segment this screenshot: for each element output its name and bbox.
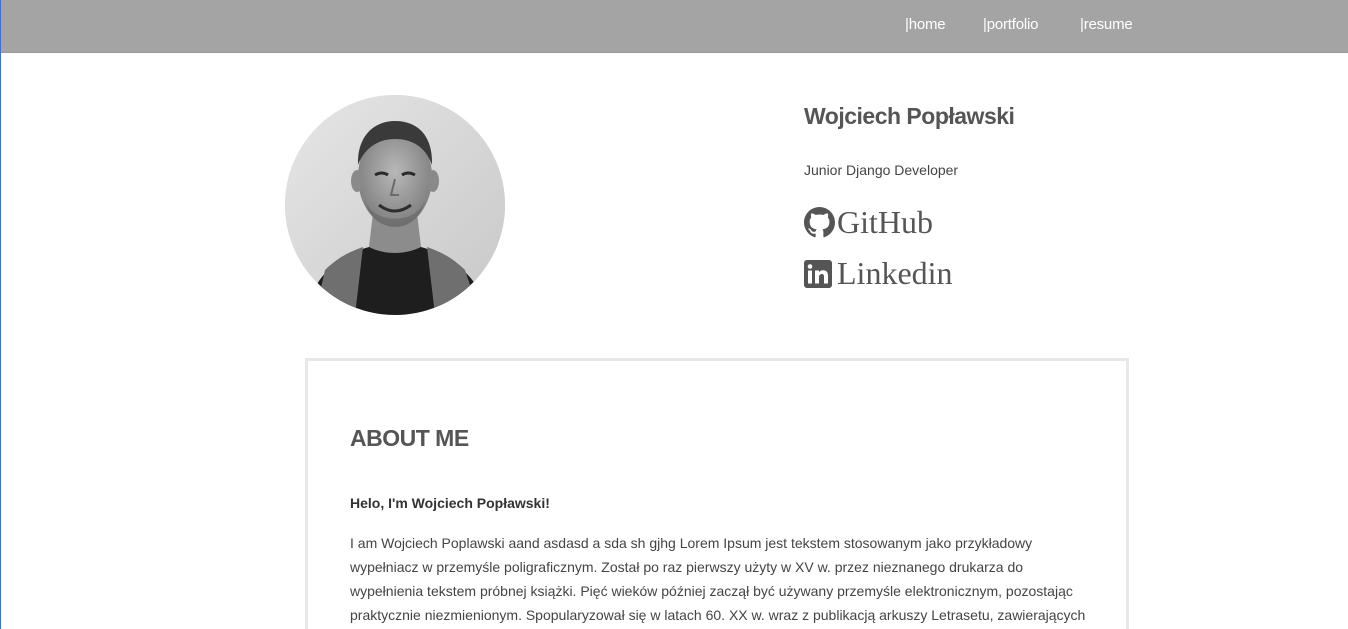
- profile-role: Junior Django Developer: [804, 162, 959, 178]
- github-link[interactable]: GitHub: [804, 203, 933, 240]
- profile-photo-image: [285, 95, 505, 315]
- linkedin-icon: [804, 258, 835, 289]
- linkedin-label: Linkedin: [837, 254, 953, 291]
- github-icon: [804, 206, 835, 238]
- github-label: GitHub: [837, 203, 933, 240]
- profile-photo: [285, 95, 505, 315]
- nav-portfolio-link[interactable]: |portfolio: [983, 16, 1038, 33]
- about-text: I am Wojciech Poplawski aand asdasd a sd…: [350, 535, 1086, 623]
- about-greeting: Helo, I'm Wojciech Popławski!: [350, 495, 550, 511]
- nav-resume-link[interactable]: |resume: [1080, 16, 1133, 33]
- about-title: ABOUT ME: [350, 425, 469, 451]
- nav-home-link[interactable]: |home: [905, 16, 946, 33]
- linkedin-link[interactable]: Linkedin: [804, 254, 953, 291]
- profile-name: Wojciech Popławski: [804, 103, 1015, 129]
- top-navbar: |home |portfolio |resume: [1, 0, 1348, 53]
- about-card: ABOUT ME Helo, I'm Wojciech Popławski! I…: [305, 358, 1129, 629]
